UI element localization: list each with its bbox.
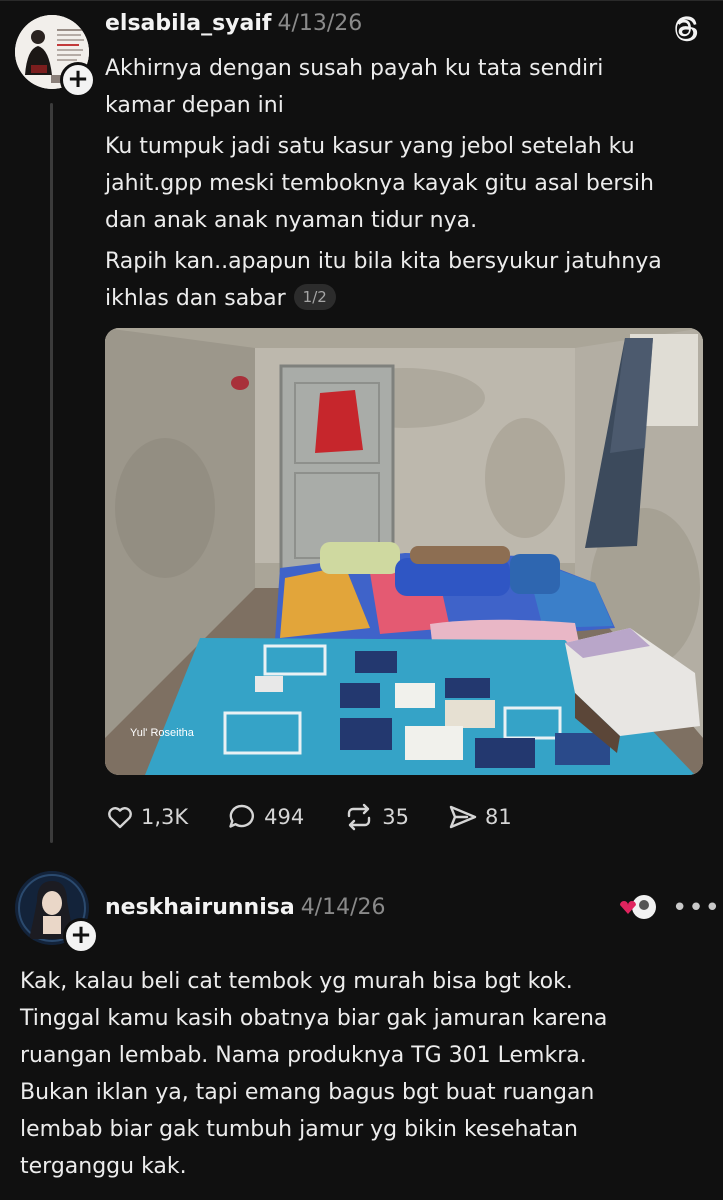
comment-icon [229, 804, 255, 828]
photo-watermark: Yul' Roseitha [130, 727, 195, 739]
post-action-bar: 1,3K 494 35 81 [105, 800, 550, 834]
post-line: dan anak anak nyaman tidur nya. [105, 208, 478, 233]
liked-by-avatars[interactable] [616, 893, 660, 921]
like-count: 1,3K [141, 805, 189, 829]
like-button[interactable]: 1,3K [105, 802, 188, 832]
reply-line: lembab biar gak tumbuh jamur yg bikin ke… [20, 1117, 578, 1142]
reply-line: terganggu kak. [20, 1154, 187, 1179]
post-line: kamar depan ini [105, 93, 284, 118]
post-line: Rapih kan..apapun itu bila kita bersyuku… [105, 249, 662, 274]
reply-line: Bukan iklan ya, tapi emang bagus bgt bua… [20, 1080, 595, 1105]
bedroom-photo-illustration: Yul' Roseitha [105, 328, 703, 775]
plus-icon: + [67, 64, 89, 94]
reply-button[interactable]: 494 [226, 802, 304, 832]
reply-follow-button[interactable]: + [63, 918, 99, 954]
thread-connector-line [50, 103, 53, 843]
follow-button[interactable]: + [60, 62, 96, 98]
post-line: jahit.gpp meski temboknya kayak gitu asa… [105, 171, 654, 196]
reply-username[interactable]: neskhairunnisa [105, 895, 295, 920]
post-username[interactable]: elsabila_syaif [105, 11, 271, 36]
reply-line: Tinggal kamu kasih obatnya biar gak jamu… [20, 1006, 608, 1031]
post-date[interactable]: 4/13/26 [277, 11, 362, 36]
repost-icon [348, 803, 371, 831]
media-pager-badge[interactable]: 1/2 [293, 284, 336, 310]
post-line: Akhirnya dengan susah payah ku tata send… [105, 56, 604, 81]
repost-count: 35 [382, 805, 409, 829]
heart-icon [108, 807, 132, 829]
reply-line: ruangan lembab. Nama produknya TG 301 Le… [20, 1043, 587, 1068]
reply-header: neskhairunnisa 4/14/26 [105, 895, 386, 920]
reply-line: Kak, kalau beli cat tembok yg murah bisa… [20, 969, 573, 994]
post-body: Akhirnya dengan susah payah ku tata send… [105, 50, 705, 317]
top-divider [0, 0, 723, 1]
share-button[interactable]: 81 [447, 802, 512, 832]
post-line-text: ikhlas dan sabar [105, 286, 286, 311]
send-icon [449, 805, 477, 829]
post-line: ikhlas dan sabar 1/2 [105, 280, 705, 317]
reply-body: Kak, kalau beli cat tembok yg murah bisa… [20, 963, 710, 1185]
post-line: Ku tumpuk jadi satu kasur yang jebol set… [105, 134, 635, 159]
post-header: elsabila_syaif 4/13/26 [105, 11, 362, 36]
more-options-icon[interactable]: ••• [672, 893, 721, 923]
plus-icon: + [70, 920, 92, 950]
share-count: 81 [485, 805, 512, 829]
reply-count: 494 [264, 805, 305, 829]
threads-logo-icon[interactable] [670, 12, 704, 46]
post-photo[interactable]: Yul' Roseitha [105, 328, 703, 775]
repost-button[interactable]: 35 [342, 802, 409, 832]
reply-date[interactable]: 4/14/26 [301, 895, 386, 920]
